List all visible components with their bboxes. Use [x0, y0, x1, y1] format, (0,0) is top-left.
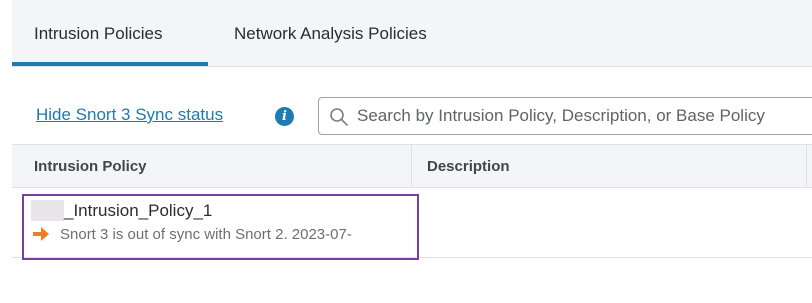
table-header: Intrusion Policy Description — [12, 144, 812, 188]
column-divider[interactable] — [411, 145, 412, 187]
policy-tabs: Intrusion Policies Network Analysis Poli… — [12, 0, 812, 67]
search-input[interactable] — [357, 98, 812, 134]
active-tab-indicator — [12, 62, 208, 66]
arrow-right-icon — [33, 227, 49, 241]
column-divider[interactable] — [806, 145, 807, 187]
policy-name-link[interactable]: _Intrusion_Policy_1 — [64, 201, 212, 221]
intrusion-policies-page: Intrusion Policies Network Analysis Poli… — [0, 0, 812, 303]
tab-network-analysis-policies[interactable]: Network Analysis Policies — [234, 0, 427, 66]
redacted-name-prefix — [31, 200, 64, 221]
hide-sync-status-link[interactable]: Hide Snort 3 Sync status — [36, 105, 223, 125]
search-icon — [330, 108, 348, 126]
column-header-description[interactable]: Description — [427, 145, 510, 187]
tab-intrusion-policies[interactable]: Intrusion Policies — [34, 0, 163, 66]
column-header-intrusion-policy[interactable]: Intrusion Policy — [34, 145, 147, 187]
info-icon[interactable]: i — [275, 107, 294, 126]
search-box — [318, 97, 812, 135]
sync-status-text: Snort 3 is out of sync with Snort 2. 202… — [60, 226, 352, 243]
